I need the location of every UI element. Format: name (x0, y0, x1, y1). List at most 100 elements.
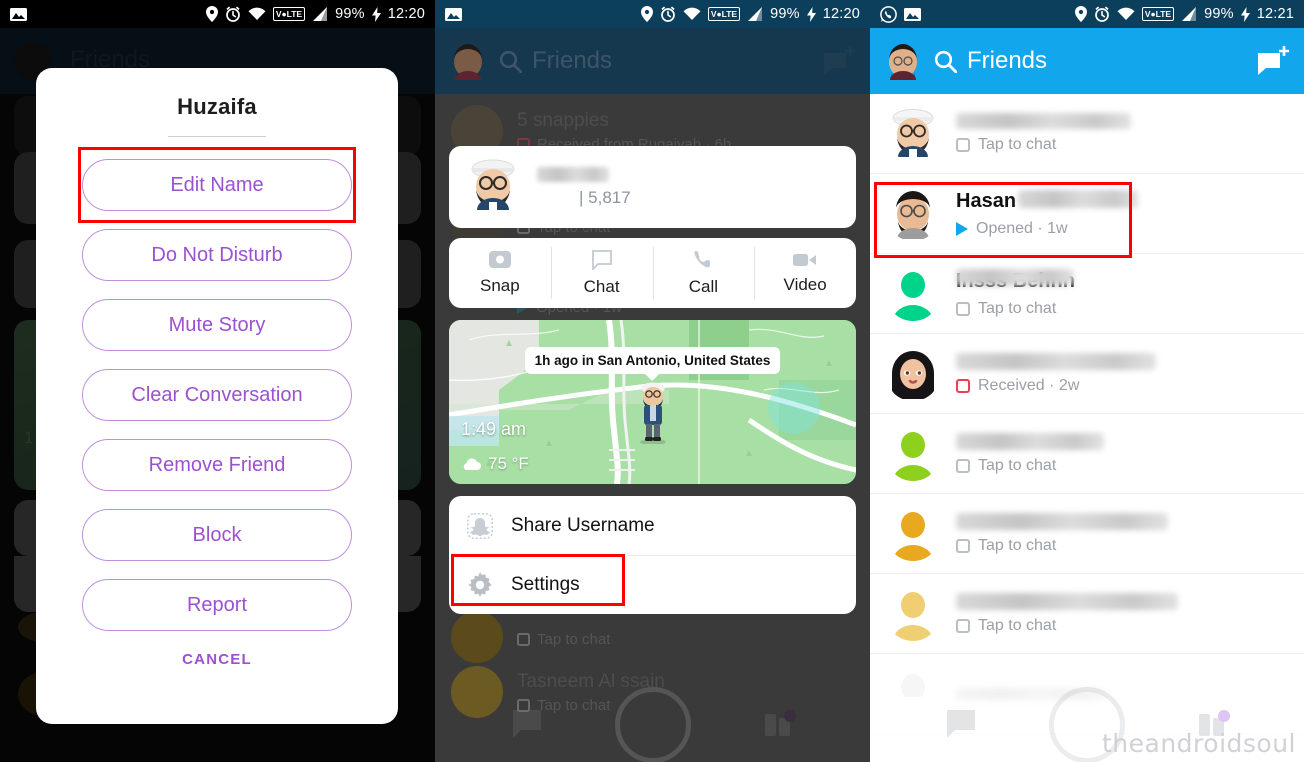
friend-map-card[interactable]: 1h ago in San Antonio, United States 1:4… (449, 320, 856, 484)
search-icon (499, 50, 522, 73)
list-item-text: Tap to chat (956, 512, 1288, 555)
charging-bolt-icon (371, 6, 381, 22)
status-bar-indicators: V●LTE 99% 12:20 (205, 6, 425, 22)
option-do-not-disturb[interactable]: Do Not Disturb (82, 229, 352, 281)
list-item[interactable]: Hasan Opened · 1w (870, 174, 1304, 254)
app-header: Friends (870, 28, 1304, 94)
option-share-username[interactable]: Share Username (449, 496, 856, 555)
list-item[interactable]: Tap to chat (870, 414, 1304, 494)
list-item-text: Hasan Opened · 1w (956, 189, 1288, 238)
list-item-name-blurred (1018, 189, 1138, 208)
list-item[interactable]: Insss Behnn Tap to chat (870, 254, 1304, 334)
video-camera-icon (793, 253, 817, 266)
watermark: theandroidsoul (1101, 729, 1296, 758)
nav-camera-button[interactable] (614, 687, 691, 762)
friend-profile-card[interactable]: | 5,817 (449, 146, 856, 228)
received-square-icon (956, 378, 970, 393)
option-mute-story[interactable]: Mute Story (82, 299, 352, 351)
action-snap-label: Snap (480, 276, 520, 295)
avatar[interactable] (449, 42, 487, 86)
chat-bubble-icon (591, 249, 612, 270)
search-input[interactable]: Friends (499, 47, 612, 75)
friend-actions-dialog: Huzaifa Edit Name Do Not Disturb Mute St… (36, 68, 398, 724)
cancel-button[interactable]: CANCEL (182, 651, 252, 668)
list-item-status: Received · 2w (956, 377, 1288, 395)
list-item-status: Tap to chat (956, 617, 1288, 635)
status-bar-indicators: V●LTE 99% 12:20 (640, 6, 860, 22)
list-item[interactable]: Received · 2w (870, 334, 1304, 414)
list-item-status: Tap to chat (956, 136, 1288, 154)
cloud-icon (463, 458, 481, 470)
new-chat-button[interactable] (822, 46, 856, 76)
nav-chat-icon[interactable] (509, 708, 543, 742)
avatar (886, 587, 940, 641)
score-divider: | (579, 187, 584, 207)
list-item-status-text: Received · 2w (978, 376, 1080, 394)
volte-icon: V●LTE (1141, 7, 1175, 21)
option-remove-friend[interactable]: Remove Friend (82, 439, 352, 491)
search-input[interactable]: Friends (934, 47, 1047, 75)
action-call[interactable]: Call (652, 238, 755, 308)
silhouette-green-icon (893, 431, 933, 481)
option-clear-conversation[interactable]: Clear Conversation (82, 369, 352, 421)
option-report[interactable]: Report (82, 579, 352, 631)
opened-arrow-icon (956, 221, 968, 236)
screenshot-stage: Friends 1 (0, 0, 1304, 762)
bottom-nav-bar (435, 687, 870, 762)
list-item-name-blurred (956, 512, 1168, 530)
option-edit-name[interactable]: Edit Name (82, 159, 352, 211)
image-icon (904, 7, 921, 21)
nav-stories-icon[interactable] (763, 708, 797, 742)
status-bar-notifications (10, 7, 27, 22)
list-item-status: Tap to chat (956, 457, 1288, 475)
location-pin-icon (1074, 6, 1087, 22)
charging-bolt-icon (1240, 6, 1250, 22)
option-block[interactable]: Block (82, 509, 352, 561)
new-chat-button[interactable] (1256, 46, 1290, 76)
nav-chat-icon[interactable] (943, 708, 977, 742)
avatar[interactable] (884, 42, 922, 86)
list-item-status: Opened · 1w (956, 220, 1288, 238)
list-item[interactable]: Tap to chat (870, 574, 1304, 654)
list-item-status: Tap to chat (956, 537, 1288, 555)
list-item-status-text: Tap to chat (978, 136, 1057, 153)
map-weather: 75 °F (461, 454, 529, 474)
list-item-name: Hasan (956, 189, 1017, 212)
alarm-clock-icon (225, 6, 240, 22)
list-item-status-text: Tap to chat (978, 299, 1057, 317)
dialog-divider (168, 136, 266, 137)
action-call-label: Call (688, 276, 719, 296)
bg-row-4-text: Tap to chat (517, 627, 610, 648)
panel-friends-list: Tap to chat Hasan Opened · 1w Tap to cha… (870, 0, 1304, 762)
option-settings[interactable]: Settings (449, 555, 856, 614)
action-chat-label: Chat (583, 276, 620, 296)
avatar (886, 107, 940, 161)
list-item[interactable]: Tap to chat (870, 494, 1304, 574)
list-item-name-blurred (956, 113, 1131, 129)
friend-bitmoji-map-marker (639, 382, 666, 444)
camera-icon (488, 251, 511, 268)
charging-bolt-icon (806, 6, 816, 22)
action-snap[interactable]: Snap (449, 238, 551, 308)
list-item[interactable]: Tap to chat (870, 94, 1304, 174)
signal-bars-icon (313, 7, 328, 21)
wifi-icon (683, 7, 701, 21)
avatar (886, 427, 940, 481)
avatar (886, 347, 940, 401)
list-item-status-text: Tap to chat (978, 536, 1057, 554)
list-item-name-blurred (956, 432, 1104, 450)
location-pin-icon (205, 6, 218, 22)
volte-icon: V●LTE (707, 7, 741, 21)
friends-list: Tap to chat Hasan Opened · 1w Tap to cha… (870, 94, 1304, 762)
status-bar: V●LTE 99% 12:21 (870, 0, 1304, 28)
chat-square-icon (956, 301, 970, 316)
friend-name-blurred (537, 166, 609, 182)
avatar (886, 267, 940, 321)
list-item-status-text: Tap to chat (978, 616, 1057, 634)
action-video[interactable]: Video (754, 238, 856, 308)
panel-profile-actions: Friends 1 (0, 0, 435, 762)
bg-row-4-sub-text: Tap to chat (537, 630, 611, 648)
chat-square-icon (956, 618, 970, 633)
option-settings-label: Settings (511, 573, 580, 595)
action-chat[interactable]: Chat (550, 238, 653, 308)
